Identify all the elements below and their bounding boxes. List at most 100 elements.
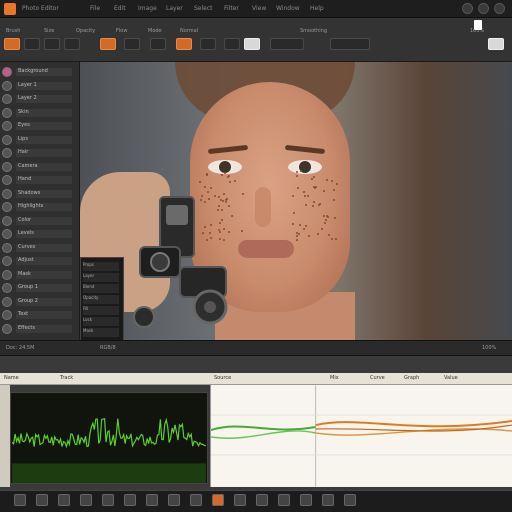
layer-row[interactable]: Skin xyxy=(2,107,78,119)
layer-visibility-icon[interactable] xyxy=(2,323,12,334)
layer-row[interactable]: Color xyxy=(2,215,78,227)
layer-row[interactable]: Effects xyxy=(2,323,78,335)
menu-layer[interactable]: Layer xyxy=(166,5,192,13)
layer-visibility-icon[interactable] xyxy=(2,256,12,266)
chat-icon[interactable] xyxy=(212,494,224,506)
layer-row[interactable]: Hand xyxy=(2,174,78,186)
timeline-col-curve[interactable]: Curve xyxy=(370,375,396,382)
timeline-col-value[interactable]: Value xyxy=(444,375,472,382)
layer-row[interactable]: Hair xyxy=(2,147,78,159)
layer-visibility-icon[interactable] xyxy=(2,229,12,239)
mail-icon[interactable] xyxy=(190,494,202,506)
close-icon[interactable] xyxy=(494,3,505,14)
folder-icon[interactable] xyxy=(36,494,48,506)
layer-row[interactable]: Lips xyxy=(2,134,78,146)
terminal-icon[interactable] xyxy=(146,494,158,506)
size-button[interactable] xyxy=(44,38,60,50)
layer-visibility-icon[interactable] xyxy=(2,80,12,91)
layer-row[interactable]: Shadows xyxy=(2,188,78,200)
timeline-col-mix[interactable]: Mix xyxy=(330,375,354,382)
overlay-row[interactable]: Layer xyxy=(83,273,119,282)
photo-icon[interactable] xyxy=(102,494,114,506)
layer-row[interactable]: Levels xyxy=(2,228,78,240)
layer-visibility-icon[interactable] xyxy=(2,161,12,172)
timeline-col-graph[interactable]: Graph xyxy=(404,375,432,382)
layer-visibility-icon[interactable] xyxy=(2,215,12,226)
browser-icon[interactable] xyxy=(58,494,70,506)
layer-row[interactable]: Group 2 xyxy=(2,296,78,308)
overlay-row[interactable]: Mask xyxy=(83,328,119,337)
overlay-row[interactable]: Blend xyxy=(83,284,119,293)
menu-edit[interactable]: Edit xyxy=(114,5,136,13)
document-icon[interactable] xyxy=(474,20,482,30)
brush-tool-button[interactable] xyxy=(4,38,20,50)
eraser-tool-button[interactable] xyxy=(24,38,40,50)
pressure-button[interactable] xyxy=(224,38,240,50)
layer-row[interactable]: Mask xyxy=(2,269,78,281)
overlay-row[interactable]: Fill xyxy=(83,306,119,315)
flow-button[interactable] xyxy=(150,38,166,50)
color-swatch-button[interactable] xyxy=(100,38,116,50)
layer-row[interactable]: Highlights xyxy=(2,201,78,213)
opacity-button[interactable] xyxy=(124,38,140,50)
timeline-col-source[interactable]: Source xyxy=(214,375,244,382)
layer-row[interactable]: Camera xyxy=(2,161,78,173)
camera-icon[interactable] xyxy=(278,494,290,506)
preset-dropdown[interactable] xyxy=(330,38,370,50)
menu-file[interactable]: File xyxy=(90,5,112,13)
video-icon[interactable] xyxy=(256,494,268,506)
layer-visibility-icon[interactable] xyxy=(2,148,12,158)
layer-visibility-icon[interactable] xyxy=(2,107,12,118)
layer-visibility-icon[interactable] xyxy=(2,202,12,212)
waveform-panel[interactable] xyxy=(10,392,208,484)
clock-icon[interactable] xyxy=(344,494,356,506)
menu-select[interactable]: Select xyxy=(194,5,222,13)
layer-row[interactable]: Group 1 xyxy=(2,282,78,294)
layer-row[interactable]: Eyes xyxy=(2,120,78,132)
layer-row[interactable]: Background xyxy=(2,66,78,78)
timeline-col-name[interactable]: Name xyxy=(4,375,34,382)
layer-visibility-icon[interactable] xyxy=(2,296,12,307)
overlay-row[interactable]: Lock xyxy=(83,317,119,326)
curve-graph-panel[interactable] xyxy=(210,385,512,487)
mode-button[interactable] xyxy=(176,38,192,50)
notes-icon[interactable] xyxy=(300,494,312,506)
maximize-icon[interactable] xyxy=(478,3,489,14)
menu-window[interactable]: Window xyxy=(276,5,308,13)
layer-visibility-icon[interactable] xyxy=(2,94,12,104)
panel-toggle-button[interactable] xyxy=(488,38,504,50)
settings-icon[interactable] xyxy=(168,494,180,506)
hardness-button[interactable] xyxy=(64,38,80,50)
menu-view[interactable]: View xyxy=(252,5,274,13)
menu-help[interactable]: Help xyxy=(310,5,332,13)
layer-row[interactable]: Curves xyxy=(2,242,78,254)
layer-row[interactable]: Text xyxy=(2,309,78,321)
menu-filter[interactable]: Filter xyxy=(224,5,250,13)
layer-row[interactable]: Layer 1 xyxy=(2,80,78,92)
overlay-row[interactable]: Props xyxy=(83,262,119,271)
layer-visibility-icon[interactable] xyxy=(2,242,12,253)
layer-visibility-icon[interactable] xyxy=(2,121,12,131)
image-canvas[interactable]: Props Layer Blend Opacity Fill Lock Mask xyxy=(80,62,512,342)
start-icon[interactable] xyxy=(14,494,26,506)
symmetry-button[interactable] xyxy=(244,38,260,50)
app-logo-icon[interactable] xyxy=(4,3,16,15)
audio-icon[interactable] xyxy=(124,494,136,506)
layer-row[interactable]: Layer 2 xyxy=(2,93,78,105)
layer-visibility-icon[interactable] xyxy=(2,67,12,77)
editor-icon[interactable] xyxy=(80,494,92,506)
layer-visibility-icon[interactable] xyxy=(2,134,12,145)
calendar-icon[interactable] xyxy=(322,494,334,506)
smoothing-input[interactable] xyxy=(270,38,304,50)
menu-image[interactable]: Image xyxy=(138,5,164,13)
minimize-icon[interactable] xyxy=(462,3,473,14)
layer-visibility-icon[interactable] xyxy=(2,310,12,320)
timeline-col-track[interactable]: Track xyxy=(60,375,90,382)
overlay-row[interactable]: Opacity xyxy=(83,295,119,304)
layer-visibility-icon[interactable] xyxy=(2,283,12,293)
layer-visibility-icon[interactable] xyxy=(2,175,12,185)
music-icon[interactable] xyxy=(234,494,246,506)
layer-visibility-icon[interactable] xyxy=(2,269,12,280)
layer-visibility-icon[interactable] xyxy=(2,188,12,199)
airbrush-button[interactable] xyxy=(200,38,216,50)
